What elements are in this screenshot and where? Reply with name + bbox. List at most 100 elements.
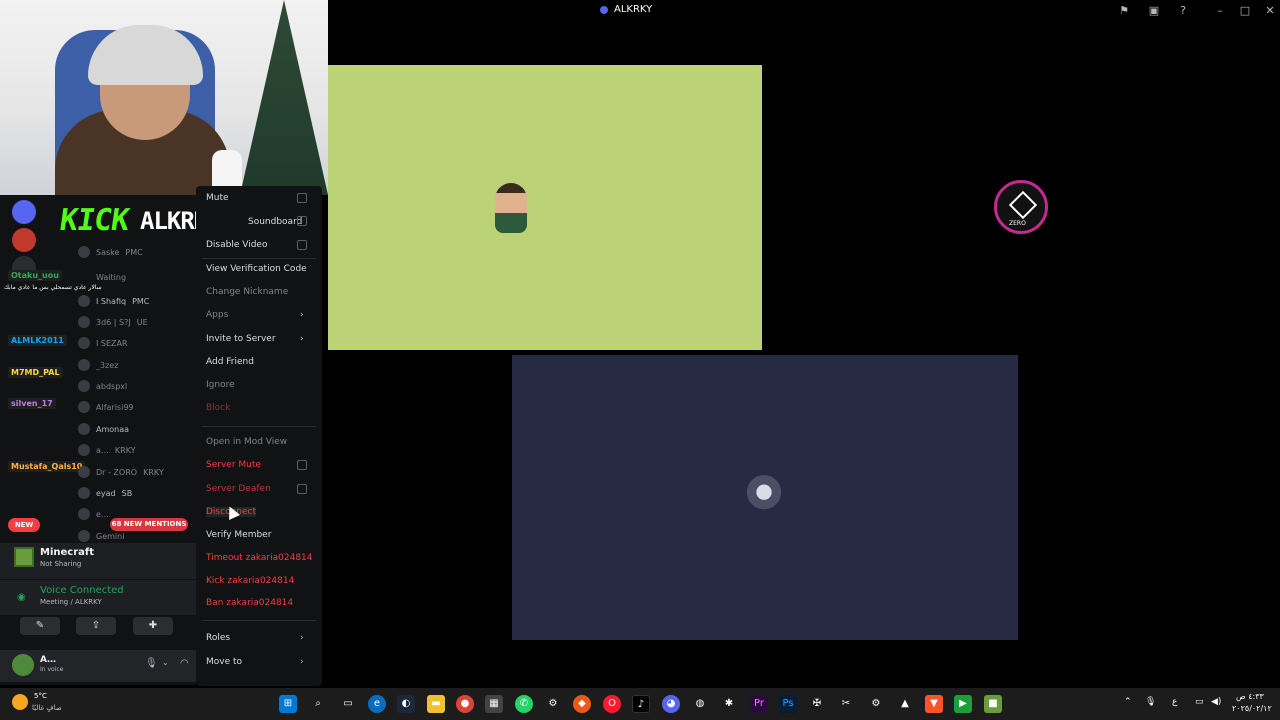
menu-item-block[interactable]: Block (206, 403, 230, 413)
menu-item-move-to[interactable]: Move to (206, 657, 242, 667)
new-badge[interactable]: NEW (8, 518, 40, 532)
clock-date[interactable]: ٢٠٢٥/٠٢/١٢ (1232, 704, 1272, 713)
member-item[interactable]: Amonaa (78, 423, 129, 435)
task-view-icon[interactable]: ▭ (339, 695, 357, 713)
new-mentions-button[interactable]: 68 NEW MENTIONS (110, 518, 188, 531)
menu-item-apps[interactable]: Apps (206, 310, 228, 320)
edge-icon[interactable]: e (368, 695, 386, 713)
menu-item-server-mute[interactable]: Server Mute (206, 460, 261, 470)
camera-off-button[interactable]: ✎ (20, 617, 60, 635)
inbox-icon[interactable]: ⚑ (1116, 3, 1132, 19)
steam-icon[interactable]: ◐ (397, 695, 415, 713)
menu-item-change-nickname[interactable]: Change Nickname (206, 287, 288, 297)
premiere-icon[interactable]: Pr (750, 695, 768, 713)
voice-channel-path[interactable]: Meeting / ALKRKY (40, 598, 102, 606)
mute-checkbox[interactable] (297, 193, 307, 203)
member-name: I SEZAR (96, 338, 128, 348)
minimize-icon[interactable]: – (1212, 3, 1228, 19)
help-icon[interactable]: ? (1175, 3, 1191, 19)
volume-icon[interactable]: ◀) (1211, 697, 1221, 707)
start-icon[interactable]: ⊞ (279, 695, 297, 713)
headphones-icon[interactable]: ◠ (180, 658, 189, 669)
avatar (78, 337, 90, 349)
disable-video-checkbox[interactable] (297, 240, 307, 250)
server-mute-checkbox[interactable] (297, 460, 307, 470)
display-icon[interactable]: ▭ (1195, 697, 1204, 707)
chrome-icon[interactable]: ● (456, 695, 474, 713)
settings-icon[interactable]: ⚙ (544, 695, 562, 713)
menu-item-invite-to-server[interactable]: Invite to Server (206, 334, 276, 344)
app-icon[interactable]: ▲ (896, 695, 914, 713)
menu-item-verify-member[interactable]: Verify Member (206, 530, 271, 540)
photoshop-icon[interactable]: Ps (779, 695, 797, 713)
screen-share-button[interactable]: ⇪ (76, 617, 116, 635)
member-tag: UE (136, 317, 148, 327)
whatsapp-icon[interactable]: ✆ (515, 695, 533, 713)
microphone-icon[interactable]: 🎙 (145, 658, 158, 669)
member-item[interactable]: a… KRKY (78, 444, 136, 456)
app-icon[interactable]: ▦ (485, 695, 503, 713)
participant-avatar[interactable] (495, 183, 527, 233)
menu-item-ignore[interactable]: Ignore (206, 380, 235, 390)
member-item[interactable]: I Shafiq PMC (78, 295, 149, 307)
language-indicator[interactable]: ع (1172, 697, 1177, 707)
member-item[interactable]: Saske PMC (78, 246, 143, 258)
menu-item-open-in-mod-view[interactable]: Open in Mod View (206, 437, 287, 447)
opera-icon[interactable]: O (603, 695, 621, 713)
member-item[interactable]: abdspxl (78, 380, 127, 392)
user-name[interactable]: A… (40, 655, 56, 665)
tiktok-icon[interactable]: ♪ (632, 695, 650, 713)
discord-icon[interactable]: ◕ (662, 695, 680, 713)
close-icon[interactable]: ✕ (1262, 3, 1278, 19)
avatar[interactable] (12, 654, 34, 676)
chat-username: Mustafa_Qals10 (8, 461, 86, 472)
member-item[interactable]: _3zez (78, 359, 118, 371)
clock-time[interactable]: ٤:٣٣ ص (1236, 692, 1264, 701)
participant-avatar[interactable] (740, 473, 788, 521)
menu-item-roles[interactable]: Roles (206, 633, 230, 643)
video-tile[interactable] (328, 65, 762, 350)
member-item[interactable]: Alfarisi99 (78, 401, 134, 413)
menu-item-timeout[interactable]: Timeout zakaria024814 (206, 553, 313, 563)
capcut-icon[interactable]: ✂ (837, 695, 855, 713)
weather-temp[interactable]: 5°C (34, 692, 47, 700)
app-icon[interactable]: ▶ (954, 695, 972, 713)
participant-avatar[interactable]: ZERO (994, 180, 1048, 234)
member-item[interactable]: eyad SB (78, 487, 132, 499)
brave-icon[interactable]: ▼ (925, 695, 943, 713)
voice-status-title[interactable]: Voice Connected (40, 585, 124, 596)
menu-item-mute[interactable]: Mute (206, 193, 229, 203)
app-icon[interactable]: ✱ (720, 695, 738, 713)
gamepad-icon[interactable]: ✠ (808, 695, 826, 713)
member-item[interactable]: Dr - ZORO KRKY (78, 466, 164, 478)
search-icon[interactable]: ⌕ (309, 695, 327, 713)
app-icon[interactable]: ◍ (691, 695, 709, 713)
signal-icon[interactable]: ◉ (17, 592, 26, 603)
weather-icon[interactable] (12, 694, 28, 710)
server-icon[interactable] (12, 228, 36, 252)
menu-item-kick[interactable]: Kick zakaria024814 (206, 576, 294, 586)
chevron-down-icon[interactable]: ⌄ (162, 658, 169, 667)
microphone-icon[interactable]: 🎙 (1145, 697, 1156, 707)
menu-item-ban[interactable]: Ban zakaria024814 (206, 598, 293, 608)
menu-item-view-verification-code[interactable]: View Verification Code (206, 264, 307, 274)
chevron-up-icon[interactable]: ⌃ (1124, 697, 1132, 707)
member-item[interactable]: 3d6 | S?J UE (78, 316, 148, 328)
menu-item-disable-video[interactable]: Disable Video (206, 240, 267, 250)
menu-item-server-deafen[interactable]: Server Deafen (206, 484, 271, 494)
folder-icon[interactable]: ▬ (427, 695, 445, 713)
screen-icon[interactable]: ▣ (1146, 3, 1162, 19)
server-deafen-checkbox[interactable] (297, 484, 307, 494)
app-icon[interactable]: ⚙ (867, 695, 885, 713)
member-item[interactable]: I SEZAR (78, 337, 128, 349)
app-icon[interactable]: ◆ (573, 695, 591, 713)
menu-item-soundboard[interactable]: Soundboard (248, 217, 302, 227)
server-icon[interactable] (12, 200, 36, 224)
minecraft-icon[interactable]: ■ (984, 695, 1002, 713)
maximize-icon[interactable]: □ (1237, 3, 1253, 19)
menu-item-add-friend[interactable]: Add Friend (206, 357, 254, 367)
activities-button[interactable]: ✚ (133, 617, 173, 635)
member-item[interactable]: Gemini (78, 530, 124, 542)
soundboard-checkbox[interactable] (297, 216, 307, 226)
member-item[interactable]: e… (78, 508, 109, 520)
